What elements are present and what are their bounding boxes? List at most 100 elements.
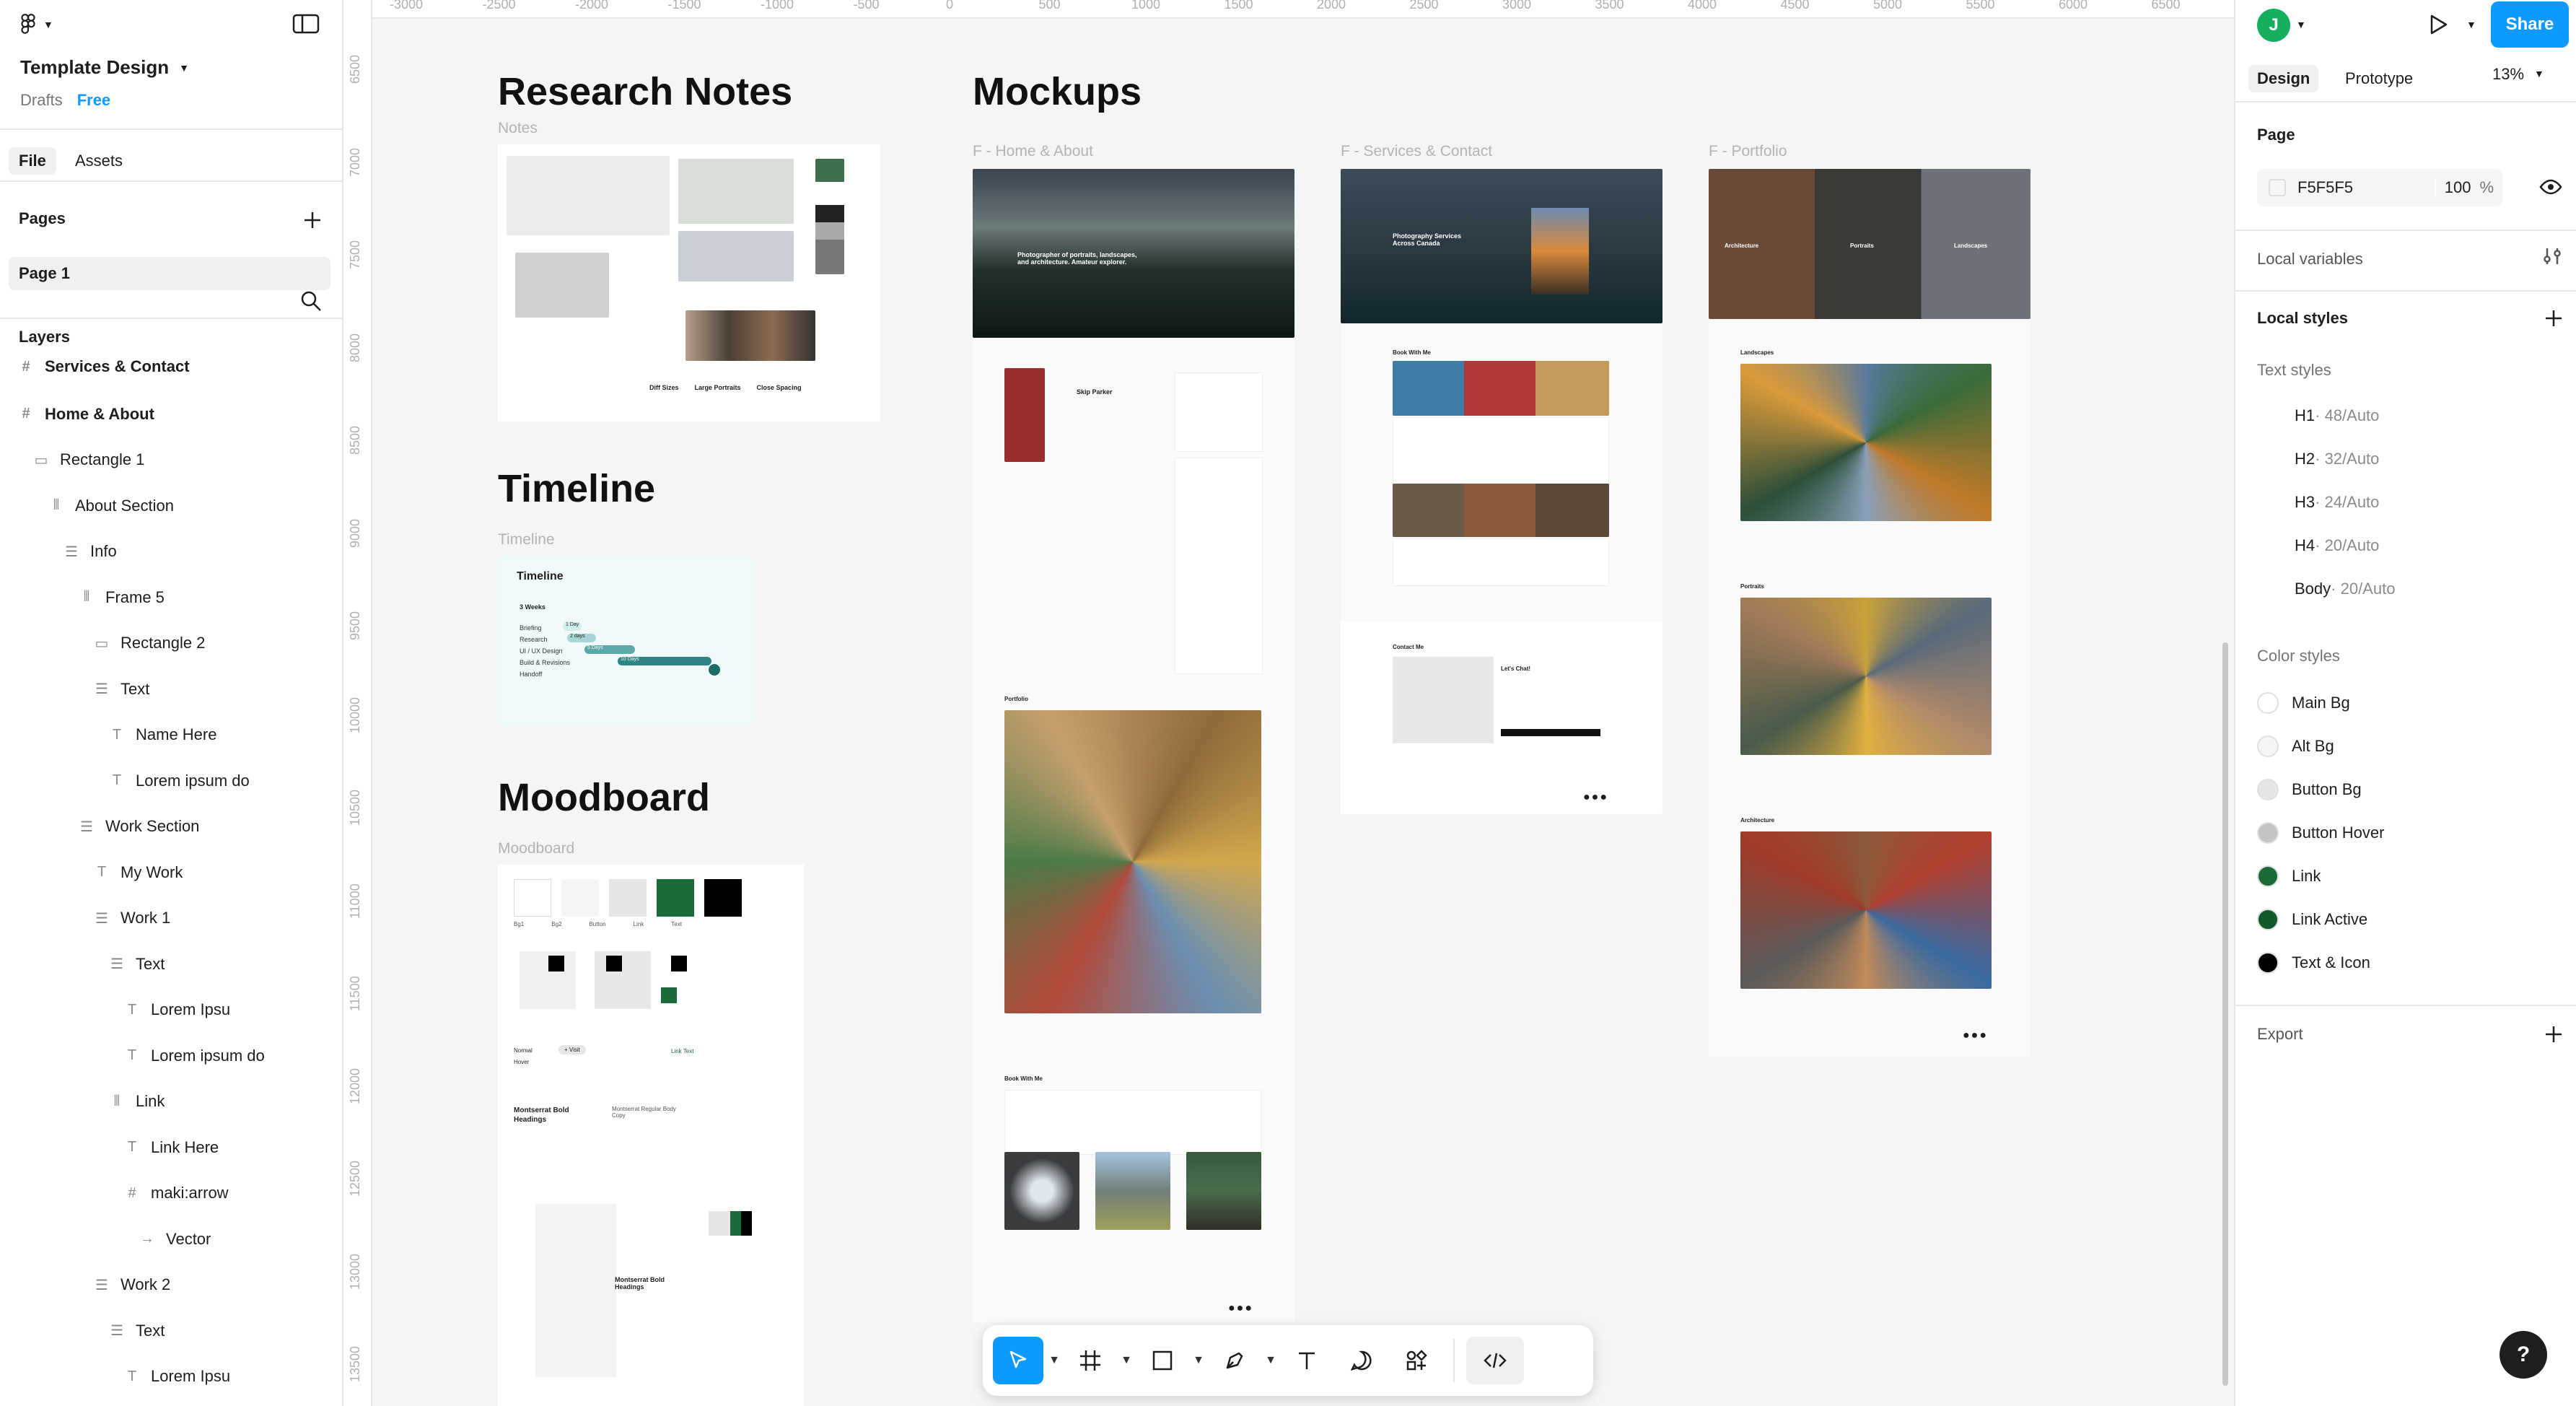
file-title[interactable]: Template Design ▼ bbox=[20, 56, 189, 79]
color-style-item[interactable]: Link Active bbox=[2257, 904, 2367, 935]
canvas-scrollbar[interactable] bbox=[2222, 642, 2228, 1386]
home-about-frame[interactable]: Photographer of portraits, landscapes, a… bbox=[973, 169, 1294, 1322]
layer-row[interactable]: T My Work bbox=[93, 858, 183, 887]
home-card bbox=[1175, 372, 1263, 452]
chevron-down-icon[interactable]: ▼ bbox=[1120, 1337, 1133, 1384]
page-color-field[interactable]: F5F5F5 100 % bbox=[2257, 169, 2502, 206]
main-menu-button[interactable]: ▼ bbox=[19, 13, 62, 36]
auto-layout-vertical-icon: ☰ bbox=[95, 1277, 108, 1293]
chevron-down-icon[interactable]: ▼ bbox=[1264, 1337, 1277, 1384]
layer-row[interactable]: ☰ Work 2 bbox=[93, 1270, 170, 1299]
color-style-item[interactable]: Button Bg bbox=[2257, 774, 2362, 805]
layer-row[interactable]: ▭ Rectangle 1 bbox=[32, 445, 145, 474]
layer-row[interactable]: # Home & About bbox=[17, 400, 154, 429]
text-style-name: Body bbox=[2295, 580, 2331, 598]
ruler-tick-label: 13000 bbox=[348, 1253, 362, 1290]
help-button[interactable]: ? bbox=[2500, 1331, 2547, 1379]
home-about-photo bbox=[1004, 368, 1045, 462]
add-style-icon[interactable] bbox=[2543, 307, 2564, 329]
ruler-tick-label: 10500 bbox=[348, 789, 362, 826]
layer-row[interactable]: ⫴ Frame 5 bbox=[78, 583, 165, 612]
layer-row[interactable]: T Lorem Ipsu bbox=[123, 995, 230, 1024]
chevron-down-icon[interactable]: ▼ bbox=[2466, 19, 2476, 30]
layer-row[interactable]: → Vector bbox=[139, 1225, 211, 1254]
avatar[interactable]: J bbox=[2257, 9, 2290, 42]
layer-row[interactable]: ▭ Rectangle 2 bbox=[93, 629, 206, 658]
variables-settings-icon[interactable] bbox=[2541, 245, 2563, 267]
services-contact-frame[interactable]: Photography Services Across Canada Book … bbox=[1341, 169, 1662, 814]
chevron-down-icon[interactable]: ▼ bbox=[1048, 1337, 1061, 1384]
moodboard-frame[interactable]: Bg1 Bg2 Button Link Text Normal Hover + … bbox=[498, 865, 804, 1406]
layer-row[interactable]: T Link Here bbox=[123, 1133, 219, 1162]
text-style-item[interactable]: H1 · 48/Auto bbox=[2295, 400, 2379, 432]
text-icon: T bbox=[112, 772, 122, 788]
frame-tool-button[interactable] bbox=[1065, 1337, 1116, 1384]
research-frame-label[interactable]: Notes bbox=[498, 120, 538, 137]
research-frame[interactable]: Diff Sizes Large Portraits Close Spacing bbox=[498, 144, 880, 422]
eye-icon[interactable] bbox=[2538, 176, 2563, 198]
text-style-item[interactable]: H4 · 20/Auto bbox=[2295, 530, 2379, 562]
color-style-item[interactable]: Link bbox=[2257, 860, 2321, 892]
home-card bbox=[1175, 458, 1263, 674]
shape-tool-button[interactable] bbox=[1137, 1337, 1188, 1384]
ruler-tick-label: -1500 bbox=[667, 0, 701, 12]
layer-row[interactable]: ☰ Text bbox=[93, 675, 149, 704]
portfolio-frame[interactable]: Architecture Portraits Landscapes Landsc… bbox=[1709, 169, 2030, 1057]
layer-row[interactable]: # maki:arrow bbox=[123, 1179, 228, 1208]
timeline-frame-label[interactable]: Timeline bbox=[498, 531, 555, 549]
layer-row[interactable]: ☰ Info bbox=[63, 537, 117, 566]
dev-mode-toggle[interactable] bbox=[1466, 1337, 1524, 1384]
research-screenshot bbox=[685, 310, 815, 361]
text-style-item[interactable]: H3 · 24/Auto bbox=[2295, 486, 2379, 518]
layer-row[interactable]: T Lorem ipsum do bbox=[123, 1042, 265, 1070]
frame-label-portfolio[interactable]: F - Portfolio bbox=[1709, 143, 1787, 160]
layer-row[interactable]: ⫴ About Section bbox=[48, 492, 174, 520]
canvas[interactable]: -3000 -2500 -2000 -1500 -1000 -500 0 500 1000 150… bbox=[343, 0, 2234, 1406]
search-icon[interactable] bbox=[299, 289, 323, 313]
export-label: Export bbox=[2257, 1025, 2303, 1043]
tab-prototype[interactable]: Prototype bbox=[2336, 65, 2422, 92]
layer-row[interactable]: ☰ Work Section bbox=[78, 812, 199, 841]
page-opacity[interactable]: 100 bbox=[2434, 178, 2471, 197]
layer-row[interactable]: ☰ Text bbox=[108, 1317, 165, 1345]
add-export-icon[interactable] bbox=[2543, 1023, 2564, 1045]
page-color-swatch[interactable] bbox=[2269, 179, 2286, 196]
play-icon[interactable] bbox=[2424, 12, 2450, 38]
layer-row[interactable]: ⫴ Link bbox=[108, 1087, 165, 1116]
sidebar-toggle-icon[interactable] bbox=[292, 13, 320, 35]
comment-tool-button[interactable] bbox=[1336, 1337, 1387, 1384]
share-button[interactable]: Share bbox=[2491, 1, 2569, 48]
layer-row[interactable]: ☰ Work 1 bbox=[93, 904, 170, 933]
text-style-item[interactable]: Body · 20/Auto bbox=[2295, 573, 2395, 605]
chevron-down-icon[interactable]: ▼ bbox=[1192, 1337, 1205, 1384]
tab-assets[interactable]: Assets bbox=[65, 147, 133, 175]
text-tool-button[interactable] bbox=[1282, 1337, 1332, 1384]
color-style-item[interactable]: Alt Bg bbox=[2257, 730, 2334, 762]
timeline-frame[interactable]: Timeline 3 Weeks Briefing Research UI / … bbox=[498, 556, 752, 726]
drafts-link[interactable]: Drafts bbox=[20, 91, 63, 110]
frame-label-home[interactable]: F - Home & About bbox=[973, 143, 1093, 160]
layer-row[interactable]: T Name Here bbox=[108, 720, 217, 749]
move-tool-button[interactable] bbox=[993, 1337, 1043, 1384]
tab-design[interactable]: Design bbox=[2248, 65, 2319, 92]
plan-badge[interactable]: Free bbox=[77, 91, 110, 110]
handoff-dot bbox=[709, 664, 720, 676]
page-item[interactable]: Page 1 bbox=[9, 257, 330, 290]
pen-tool-button[interactable] bbox=[1209, 1337, 1260, 1384]
page-color-hex[interactable]: F5F5F5 bbox=[2297, 178, 2435, 197]
zoom-control[interactable]: 13% ▼ bbox=[2492, 65, 2544, 84]
actions-tool-button[interactable] bbox=[1391, 1337, 1442, 1384]
layer-row[interactable]: T Lorem ipsum do bbox=[108, 767, 250, 795]
chevron-down-icon[interactable]: ▼ bbox=[2296, 19, 2306, 30]
color-style-item[interactable]: Main Bg bbox=[2257, 687, 2350, 719]
color-style-item[interactable]: Text & Icon bbox=[2257, 947, 2370, 979]
moodboard-frame-label[interactable]: Moodboard bbox=[498, 840, 574, 857]
text-style-item[interactable]: H2 · 32/Auto bbox=[2295, 443, 2379, 475]
frame-label-services[interactable]: F - Services & Contact bbox=[1341, 143, 1492, 160]
add-page-icon[interactable] bbox=[302, 209, 323, 231]
file-header: ▼ Template Design ▼ Drafts Free bbox=[0, 0, 342, 130]
layer-row[interactable]: ☰ Text bbox=[108, 950, 165, 979]
tab-file[interactable]: File bbox=[9, 147, 56, 175]
layer-row[interactable]: T Lorem Ipsu bbox=[123, 1362, 230, 1391]
color-style-item[interactable]: Button Hover bbox=[2257, 817, 2384, 849]
